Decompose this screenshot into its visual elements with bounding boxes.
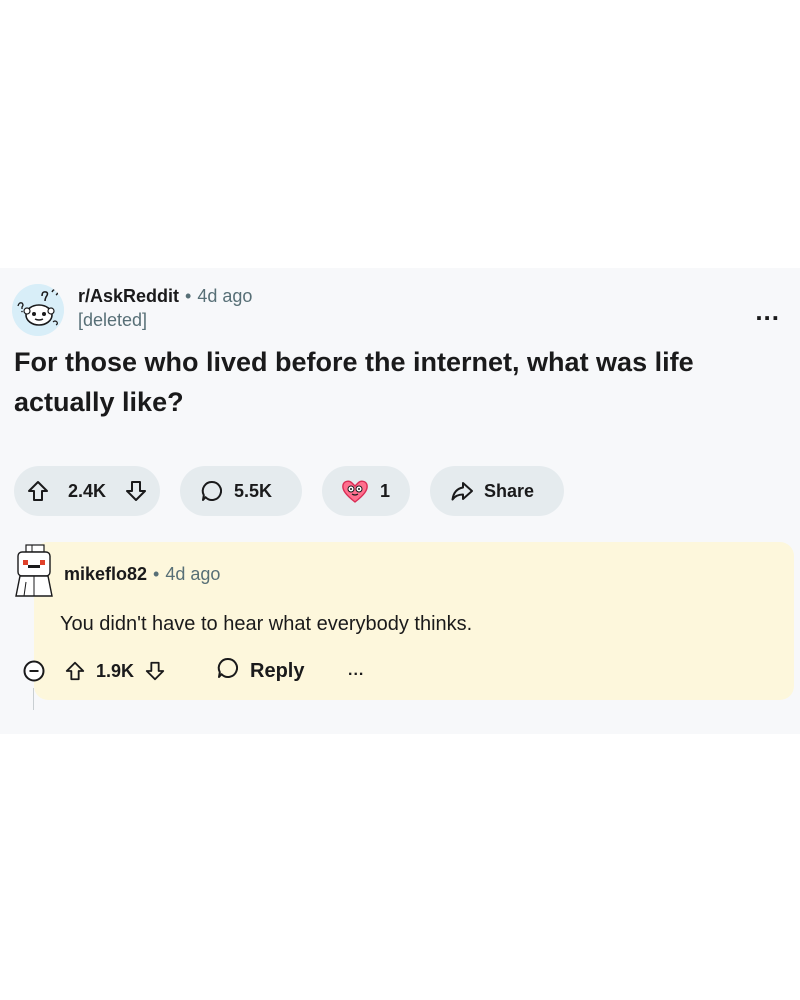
post-meta: r/AskReddit • 4d ago [deleted] bbox=[78, 284, 252, 332]
comment-upvote-count: 1.9K bbox=[96, 660, 135, 681]
share-icon bbox=[450, 479, 474, 503]
subreddit-name[interactable]: r/AskReddit bbox=[78, 286, 179, 306]
post-time: 4d ago bbox=[197, 286, 253, 306]
post-header: r/AskReddit • 4d ago [deleted] ... bbox=[12, 280, 788, 336]
post-upvote-count: 2.4K bbox=[67, 480, 107, 501]
post-actions: 2.4K 5.5K 1 Share bbox=[14, 466, 794, 516]
share-button[interactable]: Share bbox=[430, 466, 564, 516]
more-options-button[interactable]: ... bbox=[755, 298, 780, 324]
user-avatar-icon[interactable] bbox=[12, 544, 56, 598]
comment-body: You didn't have to hear what everybody t… bbox=[60, 613, 473, 635]
post-author: [deleted] bbox=[78, 310, 148, 330]
reply-button[interactable]: Reply bbox=[216, 654, 304, 688]
award-count: 1 bbox=[380, 480, 391, 501]
comment-vote-control: 1.9K bbox=[64, 654, 166, 688]
reply-icon bbox=[216, 656, 240, 686]
downvote-icon[interactable] bbox=[124, 479, 148, 503]
reply-label: Reply bbox=[250, 659, 305, 682]
comments-button[interactable]: 5.5K bbox=[180, 466, 302, 516]
post-card: r/AskReddit • 4d ago [deleted] ... For tho… bbox=[0, 268, 800, 734]
comment-icon bbox=[200, 479, 224, 503]
collapse-icon[interactable] bbox=[22, 654, 46, 688]
comment-meta: mikeflo82 • 4d ago bbox=[64, 562, 220, 586]
comment-count: 5.5K bbox=[234, 480, 273, 501]
post-title[interactable]: For those who lived before the internet,… bbox=[14, 342, 774, 422]
comment-upvote-icon[interactable] bbox=[64, 660, 86, 682]
thread-line bbox=[33, 688, 34, 710]
award-icon bbox=[340, 478, 370, 504]
award-button[interactable]: 1 bbox=[322, 466, 410, 516]
share-label: Share bbox=[484, 480, 535, 501]
comment-downvote-icon[interactable] bbox=[144, 660, 166, 682]
meta-separator: • bbox=[185, 286, 192, 306]
upvote-icon[interactable] bbox=[26, 479, 50, 503]
vote-control: 2.4K bbox=[14, 466, 160, 516]
askreddit-avatar-icon[interactable] bbox=[12, 284, 64, 336]
comment-time: 4d ago bbox=[165, 564, 221, 584]
comment-more-button[interactable]: ... bbox=[348, 654, 364, 688]
comment-meta-separator: • bbox=[153, 564, 160, 584]
comment-actions: 1.9K Reply ... bbox=[22, 654, 422, 688]
comment-username[interactable]: mikeflo82 bbox=[64, 564, 147, 584]
